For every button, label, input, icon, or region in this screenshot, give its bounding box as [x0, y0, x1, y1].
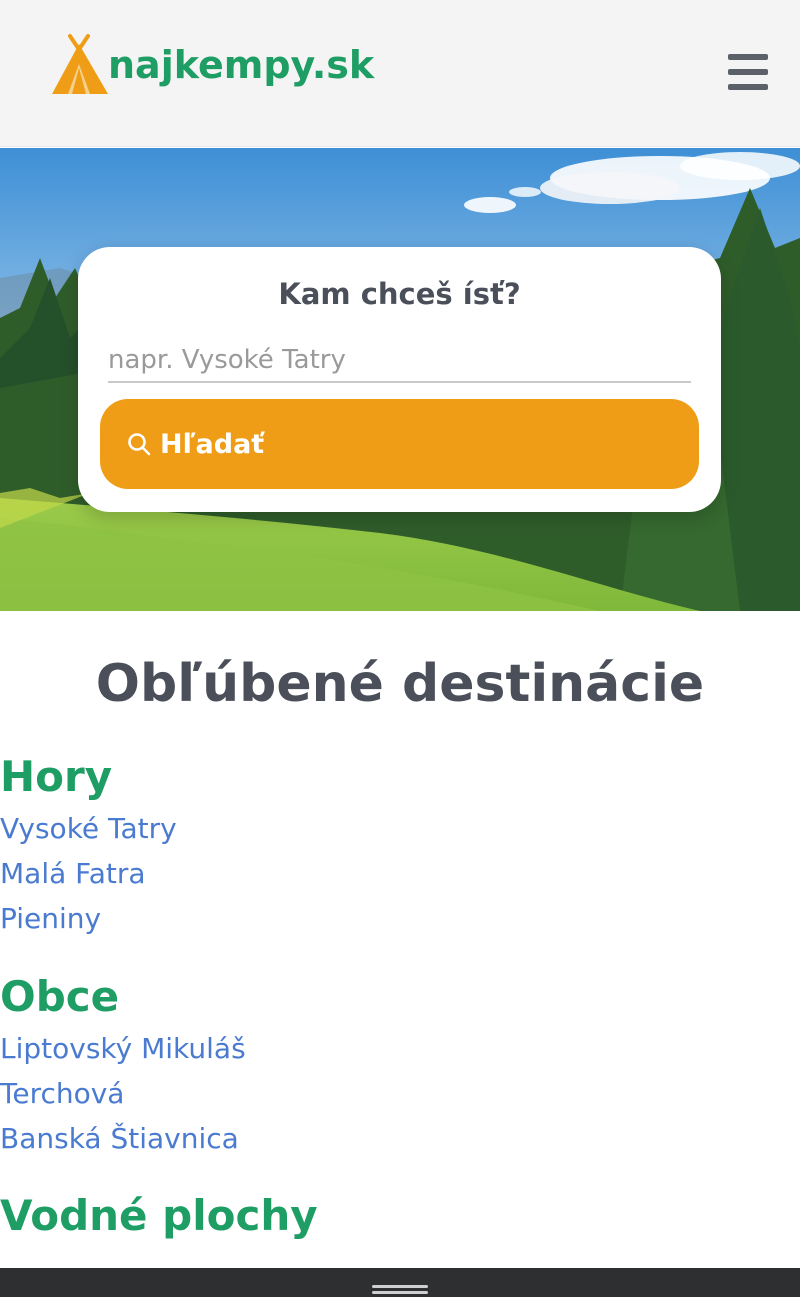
logo-text: najkempy.sk — [108, 43, 375, 87]
destination-group-hory: Hory Vysoké Tatry Malá Fatra Pieniny — [0, 748, 800, 941]
destination-link-vysoke-tatry[interactable]: Vysoké Tatry — [0, 806, 800, 851]
destination-group-vodne-plochy: Vodné plochy — [0, 1187, 800, 1245]
popular-destinations-heading: Obľúbené destinácie — [95, 654, 705, 714]
hamburger-menu-icon[interactable] — [724, 52, 770, 94]
menu-handle-icon[interactable] — [372, 1285, 428, 1297]
destination-search-input[interactable] — [108, 339, 691, 383]
search-title: Kam chceš ísť? — [278, 277, 521, 311]
tent-icon — [52, 34, 108, 94]
search-button[interactable]: Hľadať — [100, 399, 699, 489]
destination-group-title: Obce — [0, 972, 120, 1021]
site-logo[interactable]: najkempy.sk — [50, 34, 374, 96]
destination-link-mala-fatra[interactable]: Malá Fatra — [0, 851, 800, 896]
destination-group-obce: Obce Liptovský Mikuláš Terchová Banská Š… — [0, 968, 800, 1161]
destination-link-banska-stiavnica[interactable]: Banská Štiavnica — [0, 1116, 800, 1161]
destination-group-title: Vodné plochy — [0, 1191, 318, 1240]
search-card: Kam chceš ísť? Hľadať — [78, 247, 721, 512]
destination-link-terchova[interactable]: Terchová — [0, 1071, 800, 1116]
destination-group-title: Hory — [0, 752, 113, 801]
search-icon — [128, 433, 151, 456]
destination-link-pieniny[interactable]: Pieniny — [0, 896, 800, 941]
site-header: najkempy.sk — [0, 0, 800, 147]
destination-link-liptovsky-mikulas[interactable]: Liptovský Mikuláš — [0, 1026, 800, 1071]
search-button-label: Hľadať — [160, 428, 265, 460]
